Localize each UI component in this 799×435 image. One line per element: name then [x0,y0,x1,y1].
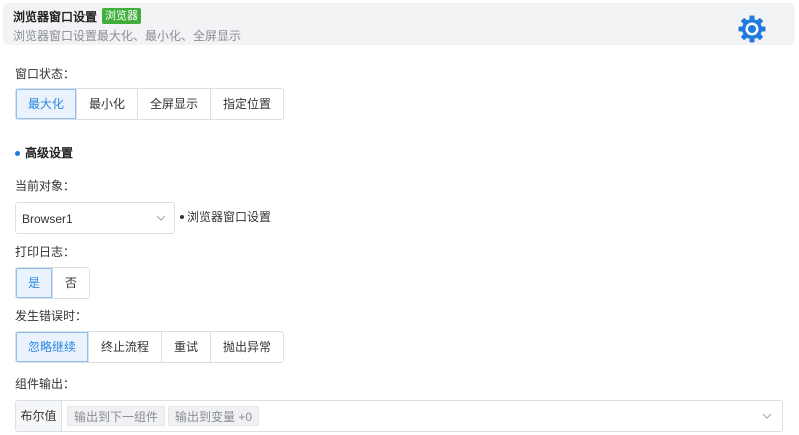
advanced-settings-title: 高级设置 [25,146,74,160]
bullet-icon [180,215,184,219]
window-state-fullscreen[interactable]: 全屏显示 [137,89,211,119]
window-state-label: 窗口状态： [15,67,76,81]
on-error-label: 发生错误时： [15,309,88,323]
advanced-settings-heading: 高级设置 [15,145,73,161]
print-log-no[interactable]: 否 [52,268,90,298]
print-log-label: 打印日志： [15,245,76,259]
gear-icon[interactable] [737,14,767,44]
on-error-segmented: 忽略继续 终止流程 重试 抛出异常 [15,331,285,363]
window-state-segmented: 最大化 最小化 全屏显示 指定位置 [15,88,285,120]
page-subtitle: 浏览器窗口设置最大化、最小化、全屏显示 [13,29,242,43]
current-object-note: 浏览器窗口设置 [180,209,271,225]
print-log-segmented: 是 否 [15,267,91,299]
on-error-retry[interactable]: 重试 [161,332,211,362]
current-object-label: 当前对象： [15,179,76,193]
header-panel: 浏览器窗口设置 浏览器 浏览器窗口设置最大化、最小化、全屏显示 [3,3,795,45]
chevron-down-icon [156,215,166,221]
window-state-minimize[interactable]: 最小化 [76,89,138,119]
component-output-select[interactable]: 布尔值 输出到下一组件 输出到变量 +0 [15,400,783,432]
section-dot-icon [15,150,20,156]
current-object-select[interactable]: Browser1 [15,202,175,234]
current-object-value: Browser1 [22,212,73,226]
output-type-prefix: 布尔值 [16,401,62,431]
on-error-stop-flow[interactable]: 终止流程 [88,332,162,362]
on-error-throw-exception[interactable]: 抛出异常 [210,332,284,362]
window-state-maximize[interactable]: 最大化 [16,89,77,119]
chevron-down-icon [762,413,772,419]
print-log-yes[interactable]: 是 [16,268,53,298]
window-state-custom-position[interactable]: 指定位置 [210,89,284,119]
component-output-label: 组件输出： [15,377,76,391]
output-next-component-chip[interactable]: 输出到下一组件 [67,406,166,426]
on-error-ignore-continue[interactable]: 忽略继续 [16,332,89,362]
page-title: 浏览器窗口设置 [13,10,98,24]
browser-tag-badge: 浏览器 [102,8,141,24]
output-variable-chip[interactable]: 输出到变量 +0 [168,406,260,426]
current-object-note-text: 浏览器窗口设置 [187,210,272,224]
